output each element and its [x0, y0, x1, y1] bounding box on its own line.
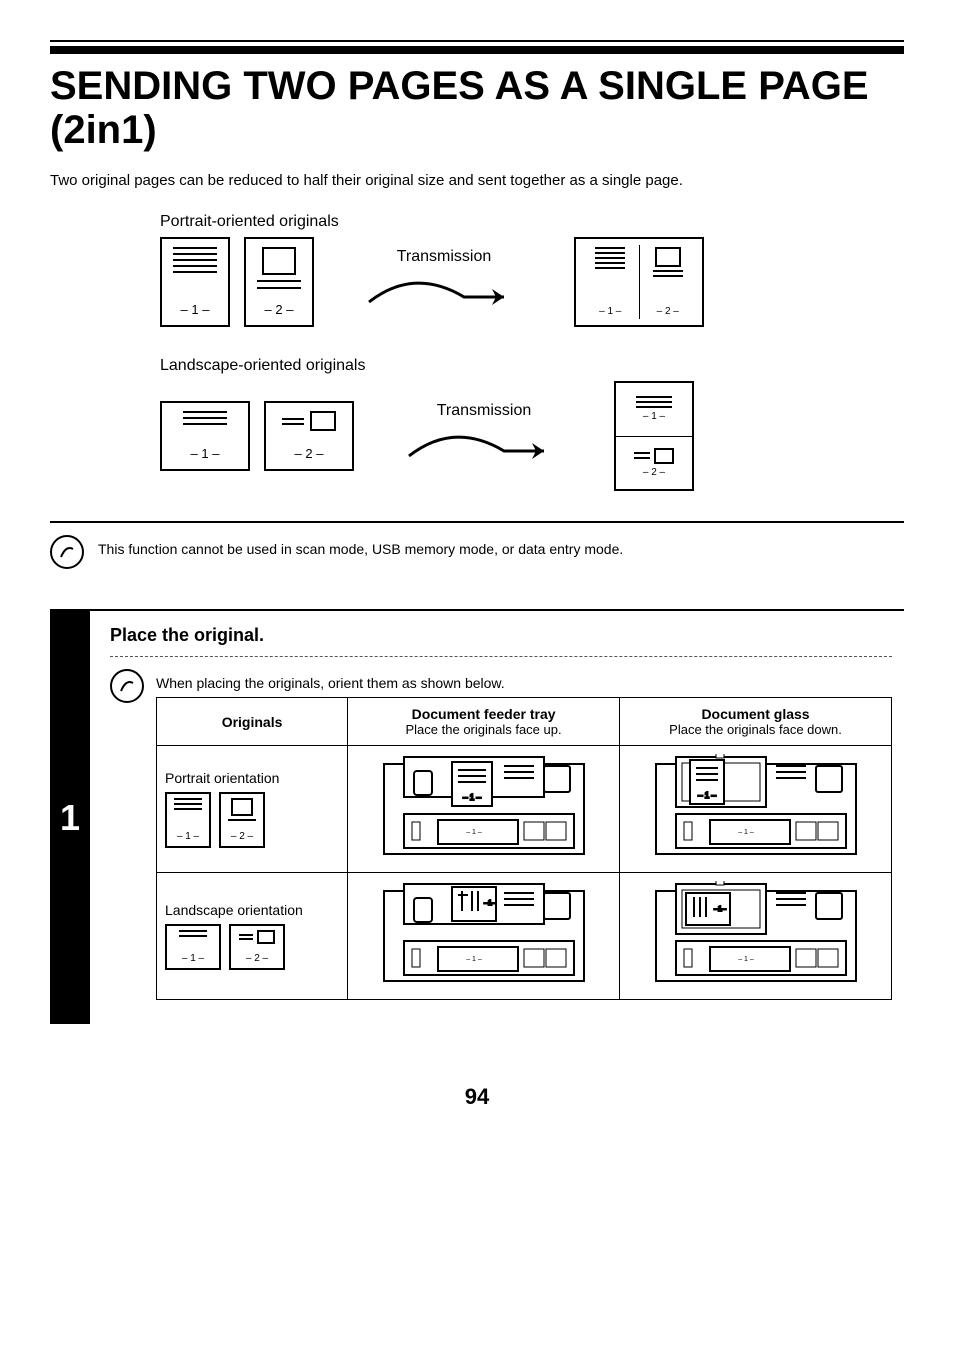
col-originals: Originals	[157, 698, 348, 746]
merged-page-landscape: – 1 – – 2 –	[614, 381, 694, 491]
svg-text:– 1 –: – 1 –	[698, 791, 716, 800]
diagram-landscape-label: Landscape-oriented originals	[160, 357, 904, 375]
step-1: 1 Place the original. When placing the o…	[50, 609, 904, 1024]
transmission-label-2: Transmission	[437, 402, 532, 419]
diagram-portrait: Portrait-oriented originals – 1 – – 2 – …	[50, 213, 904, 327]
note-icon	[50, 535, 84, 569]
svg-text:– 1 –: – 1 –	[738, 956, 754, 963]
page-landscape-1: – 1 –	[160, 401, 250, 471]
col-glass: Document glass Place the originals face …	[620, 698, 892, 746]
page-number: 94	[50, 1084, 904, 1110]
svg-text:– 1 –: – 1 –	[463, 793, 481, 802]
arrow-icon	[364, 272, 524, 317]
svg-text:–1–: –1–	[714, 906, 726, 913]
rule-thin	[50, 40, 904, 42]
page-title: SENDING TWO PAGES AS A SINGLE PAGE (2in1…	[50, 64, 904, 152]
table-row: Portrait orientation – 1 – – 2 –	[157, 746, 892, 873]
svg-text:– 1 –: – 1 –	[738, 829, 754, 836]
transmission-label: Transmission	[397, 248, 492, 265]
svg-text:– 1 –: – 1 –	[466, 956, 482, 963]
page-portrait-2: – 2 –	[244, 237, 314, 327]
svg-text:–1–: –1–	[484, 900, 496, 907]
diagram-portrait-label: Portrait-oriented originals	[160, 213, 904, 231]
note-text: This function cannot be used in scan mod…	[98, 535, 623, 557]
diagram-landscape: Landscape-oriented originals – 1 – – 2 –…	[50, 357, 904, 491]
dashed-separator	[110, 656, 892, 657]
page-landscape-2: – 2 –	[264, 401, 354, 471]
merged-page-portrait: – 1 – – 2 –	[574, 237, 704, 327]
rule-thick	[50, 46, 904, 54]
page-portrait-1: – 1 –	[160, 237, 230, 327]
intro-text: Two original pages can be reduced to hal…	[50, 172, 904, 189]
step-note: When placing the originals, orient them …	[156, 669, 892, 691]
col-feeder: Document feeder tray Place the originals…	[348, 698, 620, 746]
svg-text:– 1 –: – 1 –	[466, 829, 482, 836]
printer-feeder-icon: – 1 – – 1	[374, 754, 594, 864]
printer-glass-icon: –1– – 1 –	[646, 881, 866, 991]
table-row: Landscape orientation – 1 – – 2 –	[157, 873, 892, 1000]
note-icon	[110, 669, 144, 703]
arrow-icon	[404, 426, 564, 471]
step-title: Place the original.	[110, 625, 892, 646]
note-row: This function cannot be used in scan mod…	[50, 535, 904, 569]
step-number: 1	[50, 611, 90, 1024]
divider	[50, 521, 904, 523]
printer-feeder-icon: –1– – 1 –	[374, 881, 594, 991]
printer-glass-icon: – 1 – – 1 –	[646, 754, 866, 864]
orientation-table: Originals Document feeder tray Place the…	[156, 697, 892, 1000]
